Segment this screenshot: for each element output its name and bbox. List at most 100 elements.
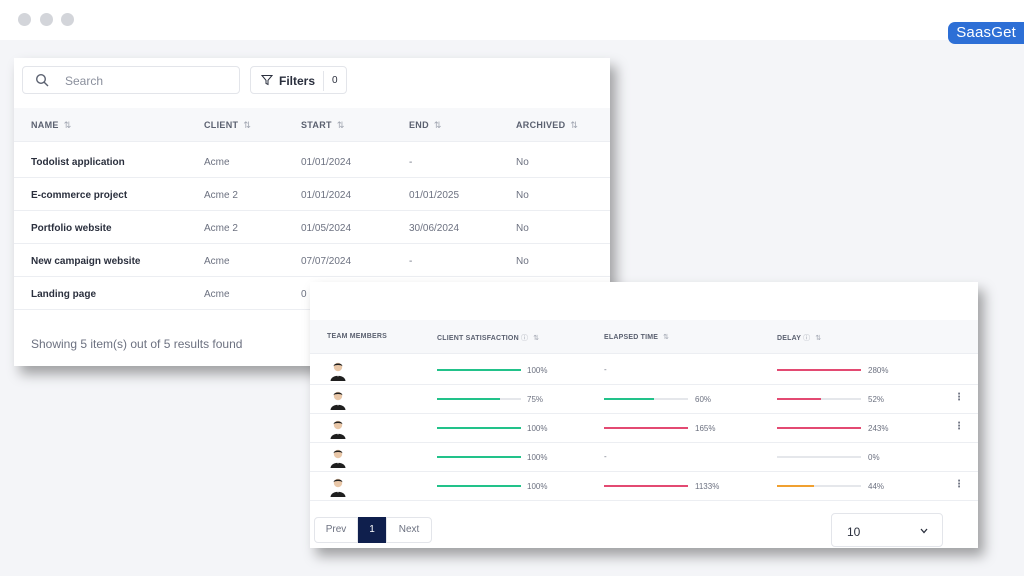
window-close-dot[interactable] (18, 13, 31, 26)
delay-value: 44% (868, 482, 885, 491)
table-row[interactable]: Todolist application Acme 01/01/2024 - N… (14, 145, 610, 178)
sort-icon[interactable]: ⇅ (434, 120, 442, 130)
cell-start: 01/05/2024 (301, 223, 352, 234)
satisfaction-value: 100% (527, 453, 548, 462)
cell-archived: No (516, 223, 529, 234)
satisfaction-bar-fill (437, 369, 521, 371)
filters-count-badge: 0 (332, 75, 338, 86)
delay-bar-fill (777, 369, 861, 371)
avatar[interactable] (329, 477, 347, 497)
info-icon[interactable]: ⓘ (803, 335, 810, 342)
elapsed-bar (604, 398, 688, 400)
column-header-delay[interactable]: DELAY ⓘ ⇅ (777, 333, 821, 343)
cell-client: Acme (204, 157, 230, 168)
sort-icon[interactable]: ⇅ (815, 335, 821, 342)
next-page-button[interactable]: Next (386, 517, 432, 543)
column-header-elapsed-time[interactable]: ELAPSED TIME ⇅ (604, 333, 669, 341)
elapsed-bar (604, 427, 688, 429)
results-summary: Showing 5 item(s) out of 5 results found (31, 337, 243, 351)
delay-bar (777, 427, 861, 429)
delay-bar-fill (777, 485, 814, 487)
delay-bar (777, 398, 861, 400)
satisfaction-value: 75% (527, 395, 544, 404)
elapsed-empty: - (604, 452, 607, 461)
cell-client: Acme 2 (204, 190, 238, 201)
satisfaction-bar-fill (437, 456, 521, 458)
cell-end: 01/01/2025 (409, 190, 460, 201)
page-size-select[interactable]: 10 (831, 513, 943, 547)
column-header-client[interactable]: CLIENT ⇅ (204, 120, 251, 131)
window-titlebar (0, 0, 1024, 40)
window-minimize-dot[interactable] (40, 13, 53, 26)
avatar[interactable] (329, 390, 347, 410)
cell-archived: No (516, 157, 529, 168)
search-input[interactable]: Search (22, 66, 240, 94)
sort-icon[interactable]: ⇅ (663, 334, 669, 341)
table-row[interactable]: 100% - 280% (310, 356, 978, 385)
filters-button[interactable]: Filters 0 (250, 66, 347, 94)
elapsed-value: 165% (695, 424, 716, 433)
delay-bar (777, 369, 861, 371)
table-row[interactable]: 75% 60% 52% ⋮ (310, 385, 978, 414)
delay-bar (777, 456, 861, 458)
table-row[interactable]: 100% 1133% 44% ⋮ (310, 472, 978, 501)
delay-bar-fill (777, 398, 821, 400)
avatar[interactable] (329, 448, 347, 468)
table-row[interactable]: 100% 165% 243% ⋮ (310, 414, 978, 443)
delay-value: 280% (868, 366, 889, 375)
cell-archived: No (516, 256, 529, 267)
projects-table-header: NAME ⇅ CLIENT ⇅ START ⇅ END ⇅ ARCHIVED ⇅ (14, 108, 610, 142)
info-icon[interactable]: ⓘ (521, 335, 528, 342)
avatar[interactable] (329, 419, 347, 439)
sort-icon[interactable]: ⇅ (243, 120, 251, 130)
cell-name: E-commerce project (31, 190, 128, 201)
elapsed-empty: - (604, 365, 607, 374)
cell-name: New campaign website (31, 256, 141, 267)
cell-client: Acme (204, 256, 230, 267)
elapsed-bar-fill (604, 485, 688, 487)
column-header-client-satisfaction[interactable]: CLIENT SATISFACTION ⓘ ⇅ (437, 333, 539, 343)
delay-value: 52% (868, 395, 885, 404)
cell-archived: No (516, 190, 529, 201)
cell-start: 01/01/2024 (301, 190, 352, 201)
page-1-button[interactable]: 1 (358, 517, 386, 543)
cell-name: Portfolio website (31, 223, 112, 234)
window-maximize-dot[interactable] (61, 13, 74, 26)
cell-end: 30/06/2024 (409, 223, 460, 234)
satisfaction-value: 100% (527, 366, 548, 375)
prev-page-button[interactable]: Prev (314, 517, 358, 543)
sort-icon[interactable]: ⇅ (533, 335, 539, 342)
row-menu-icon[interactable]: ⋮ (954, 421, 964, 432)
cell-name: Landing page (31, 289, 96, 300)
satisfaction-bar (437, 485, 521, 487)
satisfaction-bar-fill (437, 398, 500, 400)
avatar[interactable] (329, 361, 347, 381)
cell-start: 01/01/2024 (301, 157, 352, 168)
elapsed-value: 1133% (695, 482, 720, 491)
sort-icon[interactable]: ⇅ (64, 120, 72, 130)
column-header-start[interactable]: START ⇅ (301, 120, 345, 131)
satisfaction-bar-fill (437, 427, 521, 429)
row-menu-icon[interactable]: ⋮ (954, 392, 964, 403)
sort-icon[interactable]: ⇅ (337, 120, 345, 130)
filter-icon (261, 75, 273, 86)
table-row[interactable]: New campaign website Acme 07/07/2024 - N… (14, 244, 610, 277)
delay-bar-fill (777, 427, 861, 429)
cell-name: Todolist application (31, 157, 125, 168)
column-header-archived[interactable]: ARCHIVED ⇅ (516, 120, 578, 131)
page-size-value: 10 (847, 525, 861, 539)
table-row[interactable]: Portfolio website Acme 2 01/05/2024 30/0… (14, 211, 610, 244)
satisfaction-bar (437, 398, 521, 400)
search-placeholder: Search (65, 74, 104, 88)
satisfaction-value: 100% (527, 424, 548, 433)
table-row[interactable]: E-commerce project Acme 2 01/01/2024 01/… (14, 178, 610, 211)
sort-icon[interactable]: ⇅ (570, 120, 578, 130)
column-header-name[interactable]: NAME ⇅ (31, 120, 72, 131)
row-menu-icon[interactable]: ⋮ (954, 479, 964, 490)
column-header-team-members[interactable]: TEAM MEMBERS (327, 333, 387, 340)
table-row[interactable]: 100% - 0% (310, 443, 978, 472)
cell-start: 0 (301, 289, 307, 300)
delay-bar (777, 485, 861, 487)
column-header-end[interactable]: END ⇅ (409, 120, 442, 131)
cell-end: - (409, 256, 413, 267)
